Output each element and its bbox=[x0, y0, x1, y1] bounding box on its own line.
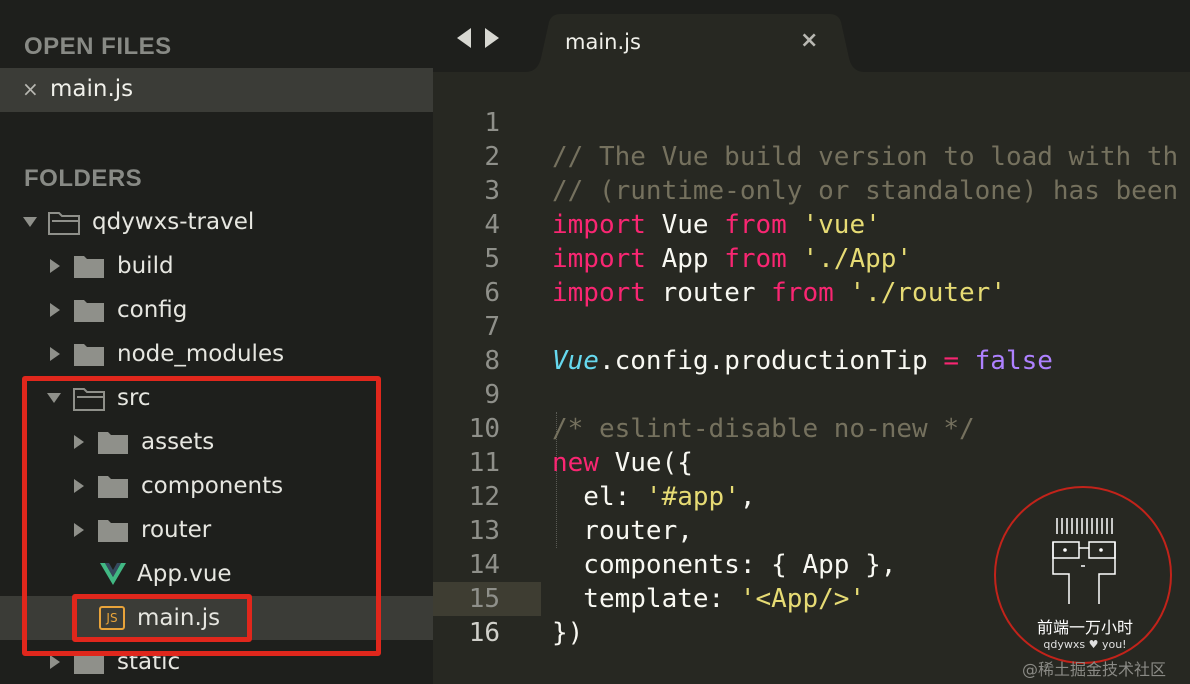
code-line: 5 import router from './router' bbox=[433, 208, 1190, 308]
code-line: 6 bbox=[433, 242, 1190, 308]
nav-arrows bbox=[457, 28, 499, 48]
code-line: 12 router, bbox=[433, 446, 1190, 546]
tree-item-label: qdywxs-travel bbox=[92, 209, 255, 235]
code-line: 8 bbox=[433, 310, 1190, 376]
code-line: 9 /* eslint-disable no-new */ bbox=[433, 344, 1190, 444]
folder-icon bbox=[74, 300, 104, 322]
chevron-right-icon[interactable] bbox=[50, 303, 60, 317]
badge-title: 前端一万小时 bbox=[1036, 618, 1133, 637]
tree-item-config[interactable]: config bbox=[0, 288, 433, 332]
code-line: 1 // The Vue build version to load with … bbox=[433, 72, 1190, 172]
code-line: 4 import App from './App' bbox=[433, 174, 1190, 274]
code-line: 7 Vue.config.productionTip = false bbox=[433, 276, 1190, 376]
tab-main-js[interactable]: main.js × bbox=[525, 14, 865, 72]
code-token: }) bbox=[552, 618, 584, 648]
open-file-item-main-js[interactable]: × main.js bbox=[0, 68, 433, 112]
back-arrow-icon[interactable] bbox=[457, 28, 471, 48]
chevron-down-icon[interactable] bbox=[23, 217, 37, 227]
open-files-header: OPEN FILES bbox=[24, 33, 172, 60]
code-line: 10 new Vue({ bbox=[433, 378, 1190, 478]
mascot-icon bbox=[1052, 518, 1116, 604]
watermark-badge: 前端一万小时 qdywxs ♥ you! bbox=[994, 486, 1172, 664]
tab-close-icon[interactable]: × bbox=[800, 28, 818, 53]
annotation-box-main-js bbox=[72, 594, 252, 642]
folder-icon bbox=[74, 344, 104, 366]
tree-item-build[interactable]: build bbox=[0, 244, 433, 288]
chevron-right-icon[interactable] bbox=[50, 655, 60, 669]
line-number: 16 bbox=[468, 618, 500, 648]
tree-item-label: build bbox=[117, 253, 174, 279]
site-watermark: @稀土掘金技术社区 bbox=[1022, 660, 1167, 679]
chevron-right-icon[interactable] bbox=[50, 347, 60, 361]
badge-subtitle: qdywxs ♥ you! bbox=[1043, 638, 1127, 651]
tree-item-root[interactable]: qdywxs-travel bbox=[0, 200, 433, 244]
folders-header: FOLDERS bbox=[24, 165, 143, 192]
sidebar: OPEN FILES × main.js FOLDERS qdywxs-trav… bbox=[0, 0, 433, 684]
tab-label: main.js bbox=[565, 30, 641, 54]
close-icon[interactable]: × bbox=[22, 77, 39, 101]
folder-icon bbox=[74, 256, 104, 278]
tree-item-node-modules[interactable]: node_modules bbox=[0, 332, 433, 376]
open-file-label: main.js bbox=[50, 76, 134, 102]
code-line: 3 import Vue from 'vue' bbox=[433, 140, 1190, 240]
chevron-right-icon[interactable] bbox=[50, 259, 60, 273]
tree-item-label: node_modules bbox=[117, 341, 285, 367]
forward-arrow-icon[interactable] bbox=[485, 28, 499, 48]
code-line: 11 el: '#app', bbox=[433, 412, 1190, 512]
folder-open-icon bbox=[48, 212, 80, 235]
code-line: 2 // (runtime-only or standalone) has be… bbox=[433, 106, 1190, 206]
tree-item-label: config bbox=[117, 297, 188, 323]
